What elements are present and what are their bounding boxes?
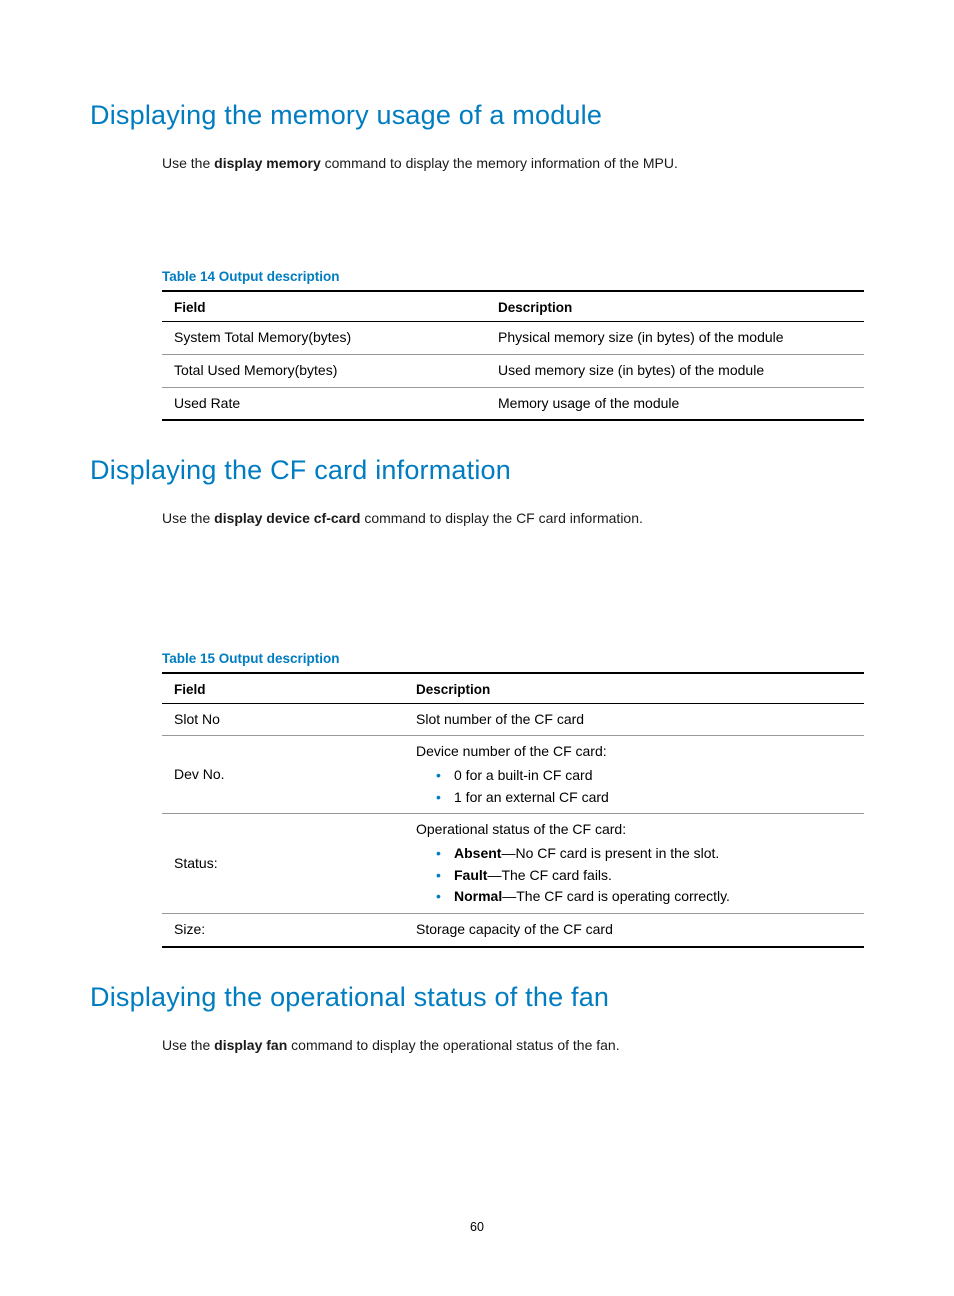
bullet-list: 0 for a built-in CF card 1 for an extern… xyxy=(416,765,852,808)
term: Absent xyxy=(454,845,501,861)
list-item: 0 for a built-in CF card xyxy=(416,765,852,787)
cmd-display-memory: display memory xyxy=(214,155,321,171)
text: command to display the memory informatio… xyxy=(321,155,678,171)
list-item: Normal—The CF card is operating correctl… xyxy=(416,886,852,908)
table-row: Used Rate Memory usage of the module xyxy=(162,387,864,420)
cell-field: Dev No. xyxy=(162,736,404,814)
cell-desc: Storage capacity of the CF card xyxy=(404,914,864,947)
table14-caption: Table 14 Output description xyxy=(162,269,864,284)
document-page: Displaying the memory usage of a module … xyxy=(0,0,954,1296)
cell-desc: Memory usage of the module xyxy=(486,387,864,420)
cell-desc: Physical memory size (in bytes) of the m… xyxy=(486,322,864,355)
th-description: Description xyxy=(404,673,864,704)
text: —The CF card fails. xyxy=(487,867,611,883)
cmd-display-fan: display fan xyxy=(214,1037,287,1053)
spacer xyxy=(90,948,864,982)
th-field: Field xyxy=(162,291,486,322)
table14: Field Description System Total Memory(by… xyxy=(162,290,864,421)
cell-field: Size: xyxy=(162,914,404,947)
term: Normal xyxy=(454,888,502,904)
heading-memory-usage: Displaying the memory usage of a module xyxy=(90,100,864,131)
th-description: Description xyxy=(486,291,864,322)
table-row: Size: Storage capacity of the CF card xyxy=(162,914,864,947)
spacer xyxy=(90,421,864,455)
list-item: Absent—No CF card is present in the slot… xyxy=(416,843,852,865)
heading-cf-card: Displaying the CF card information xyxy=(90,455,864,486)
th-field: Field xyxy=(162,673,404,704)
term: Fault xyxy=(454,867,487,883)
text: —No CF card is present in the slot. xyxy=(501,845,719,861)
table15-caption: Table 15 Output description xyxy=(162,651,864,666)
table-row: Total Used Memory(bytes) Used memory siz… xyxy=(162,354,864,387)
table-row: System Total Memory(bytes) Physical memo… xyxy=(162,322,864,355)
spacer xyxy=(90,187,864,269)
table-row: Status: Operational status of the CF car… xyxy=(162,814,864,914)
cmd-display-cfcard: display device cf-card xyxy=(214,510,360,526)
list-item: 1 for an external CF card xyxy=(416,787,852,809)
paragraph-cfcard-intro: Use the display device cf-card command t… xyxy=(162,508,864,528)
text: Device number of the CF card: xyxy=(416,743,607,759)
page-number: 60 xyxy=(0,1220,954,1234)
paragraph-fan-intro: Use the display fan command to display t… xyxy=(162,1035,864,1055)
text: command to display the operational statu… xyxy=(287,1037,619,1053)
cell-desc: Device number of the CF card: 0 for a bu… xyxy=(404,736,864,814)
cell-desc: Slot number of the CF card xyxy=(404,703,864,736)
cell-field: Slot No xyxy=(162,703,404,736)
text: Use the xyxy=(162,1037,214,1053)
text: —The CF card is operating correctly. xyxy=(502,888,730,904)
cell-desc: Used memory size (in bytes) of the modul… xyxy=(486,354,864,387)
spacer xyxy=(90,543,864,651)
heading-fan-status: Displaying the operational status of the… xyxy=(90,982,864,1013)
bullet-list: Absent—No CF card is present in the slot… xyxy=(416,843,852,908)
cell-field: Used Rate xyxy=(162,387,486,420)
cell-desc: Operational status of the CF card: Absen… xyxy=(404,814,864,914)
table-row: Dev No. Device number of the CF card: 0 … xyxy=(162,736,864,814)
paragraph-memory-intro: Use the display memory command to displa… xyxy=(162,153,864,173)
list-item: Fault—The CF card fails. xyxy=(416,865,852,887)
cell-field: Status: xyxy=(162,814,404,914)
cell-field: System Total Memory(bytes) xyxy=(162,322,486,355)
table-row: Slot No Slot number of the CF card xyxy=(162,703,864,736)
text: Use the xyxy=(162,155,214,171)
table15: Field Description Slot No Slot number of… xyxy=(162,672,864,948)
cell-field: Total Used Memory(bytes) xyxy=(162,354,486,387)
text: Operational status of the CF card: xyxy=(416,821,626,837)
text: command to display the CF card informati… xyxy=(360,510,642,526)
text: Use the xyxy=(162,510,214,526)
